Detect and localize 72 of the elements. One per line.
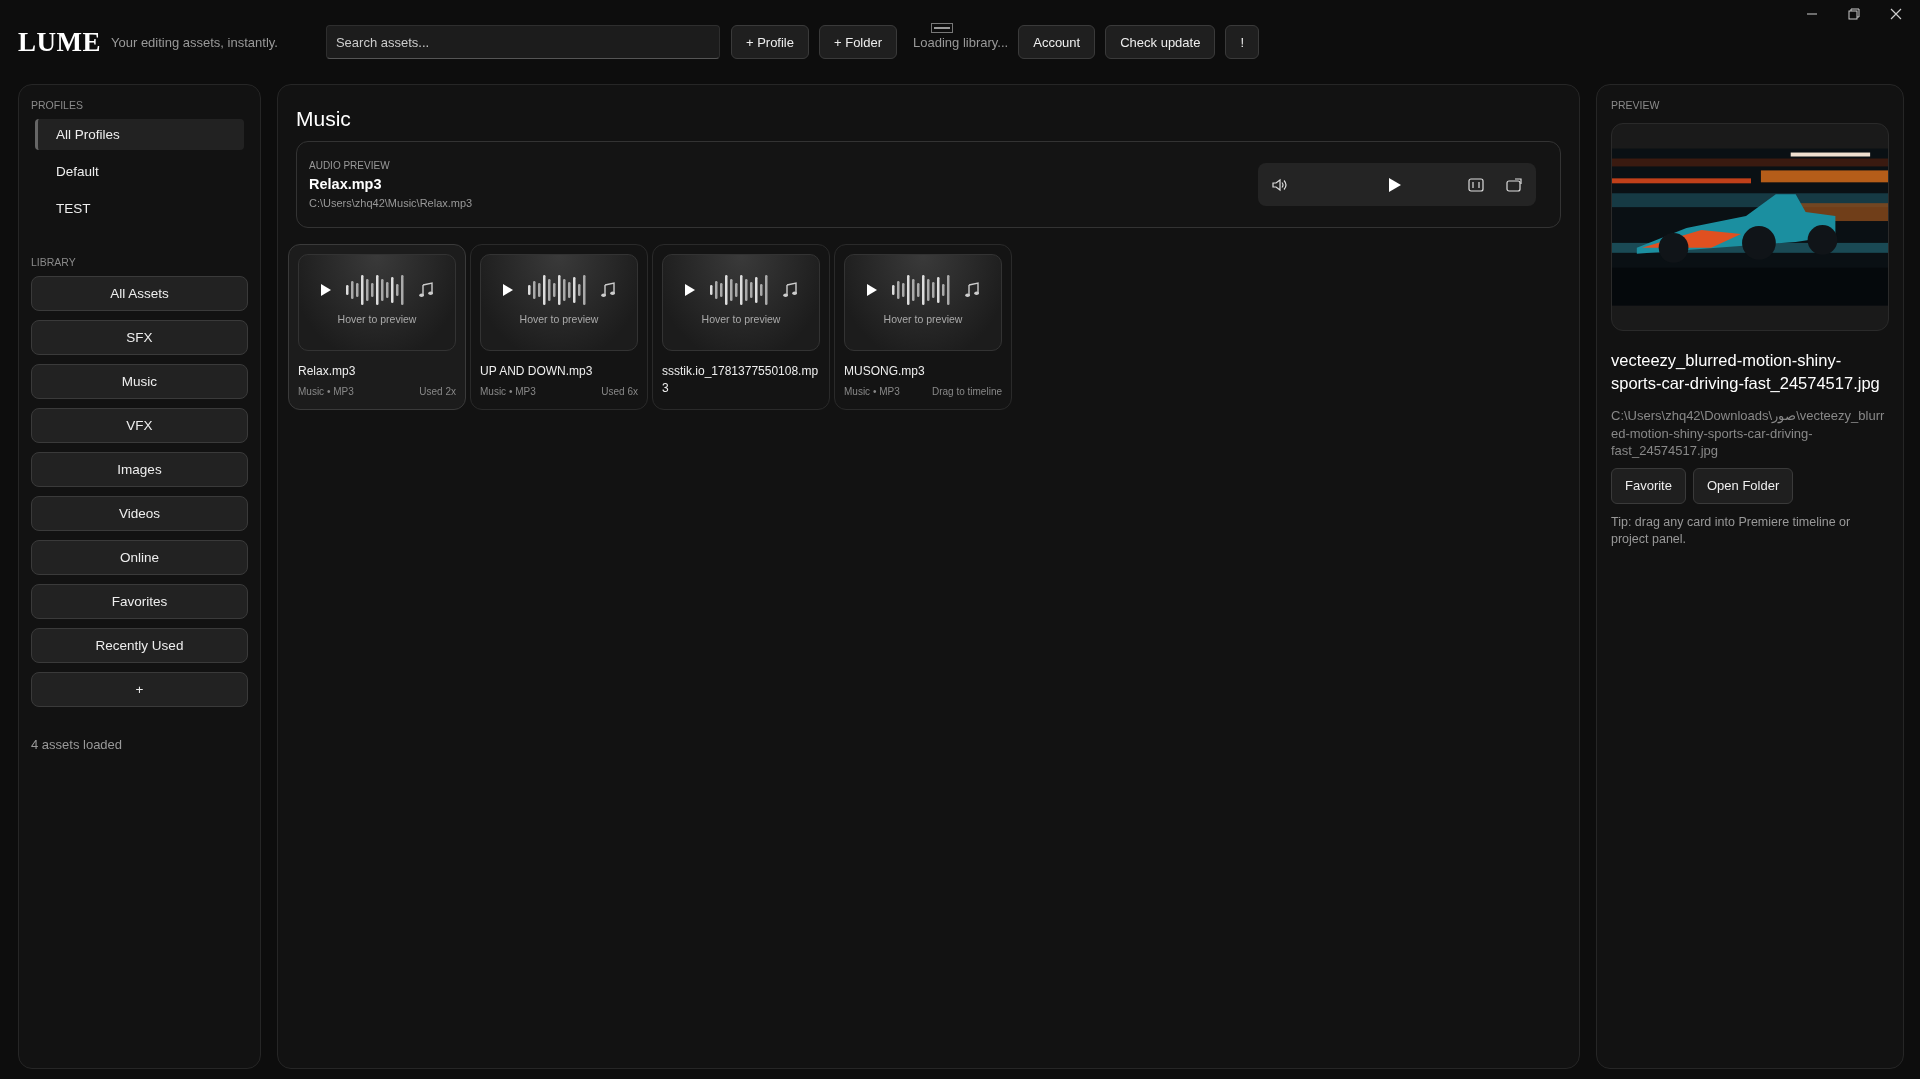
usage-note: Used 6x: [601, 386, 638, 397]
usage-note: Used 2x: [419, 386, 456, 397]
file-path: C:\Users\zhq42\Downloads\صور\vecteezy_blurred-motion-shiny-sports-car-driving-fast_24574517.jpg: [1611, 407, 1886, 460]
profile-item[interactable]: All Profiles: [35, 119, 244, 150]
toolbar-button[interactable]: Account: [1018, 25, 1096, 59]
hover-hint: Hover to preview: [701, 313, 781, 325]
close-icon[interactable]: [1890, 8, 1902, 20]
hover-hint: Hover to preview: [883, 313, 963, 325]
file-type: Music • MP3: [298, 386, 354, 397]
waveform-icon: [709, 273, 769, 307]
section-heading: AUDIO PREVIEW: [309, 160, 391, 171]
play-icon[interactable]: [867, 284, 877, 296]
hover-hint: Hover to preview: [519, 313, 599, 325]
usage-note: Drag to timeline: [931, 386, 1002, 397]
section-heading: PREVIEW: [1611, 99, 1661, 111]
page-title: Music: [296, 107, 352, 131]
library-button[interactable]: Favorites: [31, 584, 248, 619]
external-icon[interactable]: [1506, 177, 1522, 192]
play-icon[interactable]: [321, 284, 331, 296]
profile-item[interactable]: Default: [35, 156, 244, 187]
toolbar-button[interactable]: + Folder: [819, 25, 898, 59]
action-button[interactable]: Open Folder: [1692, 467, 1794, 504]
file-type: Music • MP3: [844, 386, 900, 397]
action-button[interactable]: Favorite: [1611, 467, 1686, 504]
library-button[interactable]: Recently Used: [31, 628, 248, 663]
tip-text: Tip: drag any card into Premiere timeline or project panel.: [1611, 513, 1852, 549]
profile-item[interactable]: TEST: [35, 193, 244, 224]
file-name: Relax.mp3: [309, 176, 383, 192]
library-button[interactable]: VFX: [31, 408, 248, 443]
library-button[interactable]: Images: [31, 452, 248, 487]
toolbar-button[interactable]: Check update: [1105, 25, 1216, 59]
music-note-icon: [601, 282, 615, 298]
restore-icon[interactable]: [1848, 8, 1860, 20]
app-logo: LUME: [18, 26, 101, 58]
waveform-icon: [891, 273, 951, 307]
file-name: ssstik.io_1781377550108.mp3: [662, 363, 820, 397]
library-button[interactable]: SFX: [31, 320, 248, 355]
music-note-icon: [419, 282, 433, 298]
asset-card[interactable]: Hover to preview UP AND DOWN.mp3 Music • MP3 Used 6x: [470, 244, 648, 410]
search-field[interactable]: Search assets...: [325, 25, 720, 59]
toolbar-button[interactable]: !: [1225, 25, 1260, 59]
hover-hint: Hover to preview: [337, 313, 417, 325]
assets-count: 4 assets loaded: [31, 737, 124, 752]
library-button[interactable]: All Assets: [31, 276, 248, 311]
asset-card[interactable]: Hover to preview Relax.mp3 Music • MP3 Used 2x: [288, 244, 466, 410]
file-type: Music • MP3: [480, 386, 536, 397]
file-name: Relax.mp3: [298, 363, 357, 380]
loading-status: Loading library...: [913, 34, 1009, 50]
play-icon[interactable]: [685, 284, 695, 296]
file-path: C:\Users\zhq42\Music\Relax.mp3: [309, 197, 474, 209]
asset-card[interactable]: Hover to preview ssstik.io_1781377550108.mp3: [652, 244, 830, 410]
fit-icon[interactable]: [1468, 177, 1484, 192]
loading-bar-icon: [931, 22, 954, 33]
library-button[interactable]: Videos: [31, 496, 248, 531]
library-button[interactable]: Online: [31, 540, 248, 575]
file-name: vecteezy_blurred-motion-shiny-sports-car-driving-fast_24574517.jpg: [1611, 350, 1881, 395]
file-name: UP AND DOWN.mp3: [480, 363, 594, 380]
library-button[interactable]: Music: [31, 364, 248, 399]
file-name: MUSONG.mp3: [844, 363, 926, 380]
section-heading: LIBRARY: [31, 256, 77, 268]
play-icon[interactable]: [503, 284, 513, 296]
volume-icon[interactable]: [1272, 177, 1288, 192]
music-note-icon: [783, 282, 797, 298]
library-button[interactable]: +: [31, 672, 248, 707]
waveform-icon: [527, 273, 587, 307]
tagline: Your editing assets, instantly.: [111, 34, 278, 50]
toolbar-button[interactable]: + Profile: [730, 25, 809, 59]
asset-card[interactable]: Hover to preview MUSONG.mp3 Music • MP3 Drag to timeline: [834, 244, 1012, 410]
music-note-icon: [965, 282, 979, 298]
waveform-icon: [345, 273, 405, 307]
section-heading: PROFILES: [31, 99, 84, 111]
play-icon[interactable]: [1388, 176, 1402, 193]
